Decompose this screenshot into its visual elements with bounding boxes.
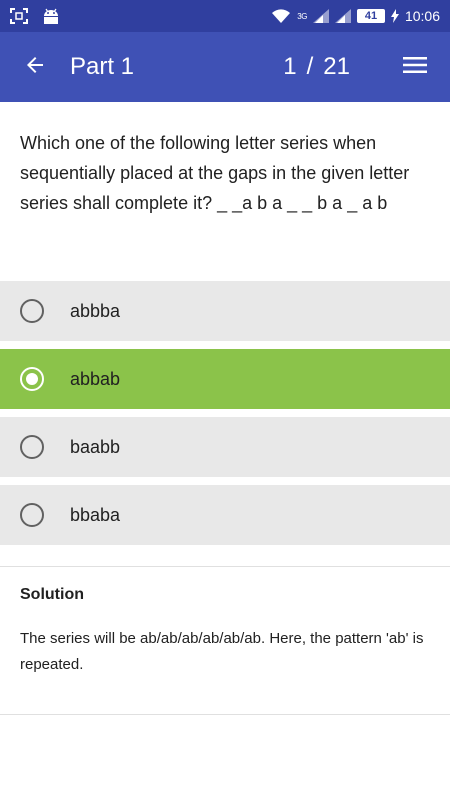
battery-indicator: 41 [356,9,385,23]
option-item[interactable]: abbba [0,281,450,341]
radio-button-icon[interactable] [20,435,44,459]
question-text: Which one of the following letter series… [20,133,410,213]
solution-divider-top [0,566,450,567]
counter-separator: / [306,53,314,80]
signal-icon-2 [334,9,351,23]
option-item-selected[interactable]: abbab [0,349,450,409]
arrow-left-icon [23,53,47,82]
current-question-number: 1 [283,53,297,80]
radio-button-icon[interactable] [20,503,44,527]
charging-icon [390,9,399,23]
network-type-label: 3G [297,11,307,21]
option-label: abbba [70,300,121,321]
radio-button-checked-icon[interactable] [20,367,44,391]
option-label: bbaba [70,504,121,525]
status-bar: 3G 41 10:06 [0,0,450,32]
total-questions: 21 [323,53,350,80]
options-list: abbba abbab baabb bbaba [0,281,450,553]
option-item[interactable]: bbaba [0,485,450,545]
signal-icon [312,9,329,23]
android-icon [42,8,60,24]
menu-button[interactable] [380,32,450,102]
solution-text: The series will be ab/ab/ab/ab/ab/ab. He… [20,630,424,673]
solution-divider-bottom [0,714,450,715]
page-title: Part 1 [70,53,135,80]
hamburger-menu-icon [402,55,428,80]
option-item[interactable]: baabb [0,417,450,477]
app-bar: Part 1 1 / 21 [0,32,450,102]
status-time: 10:06 [404,8,440,24]
screenshot-icon [10,8,28,24]
radio-button-icon[interactable] [20,299,44,323]
back-button[interactable] [0,32,70,102]
wifi-icon [271,8,291,24]
question-counter: 1 / 21 [283,53,350,81]
option-label: baabb [70,436,121,457]
solution-heading: Solution [20,586,84,603]
option-label: abbab [70,368,121,389]
